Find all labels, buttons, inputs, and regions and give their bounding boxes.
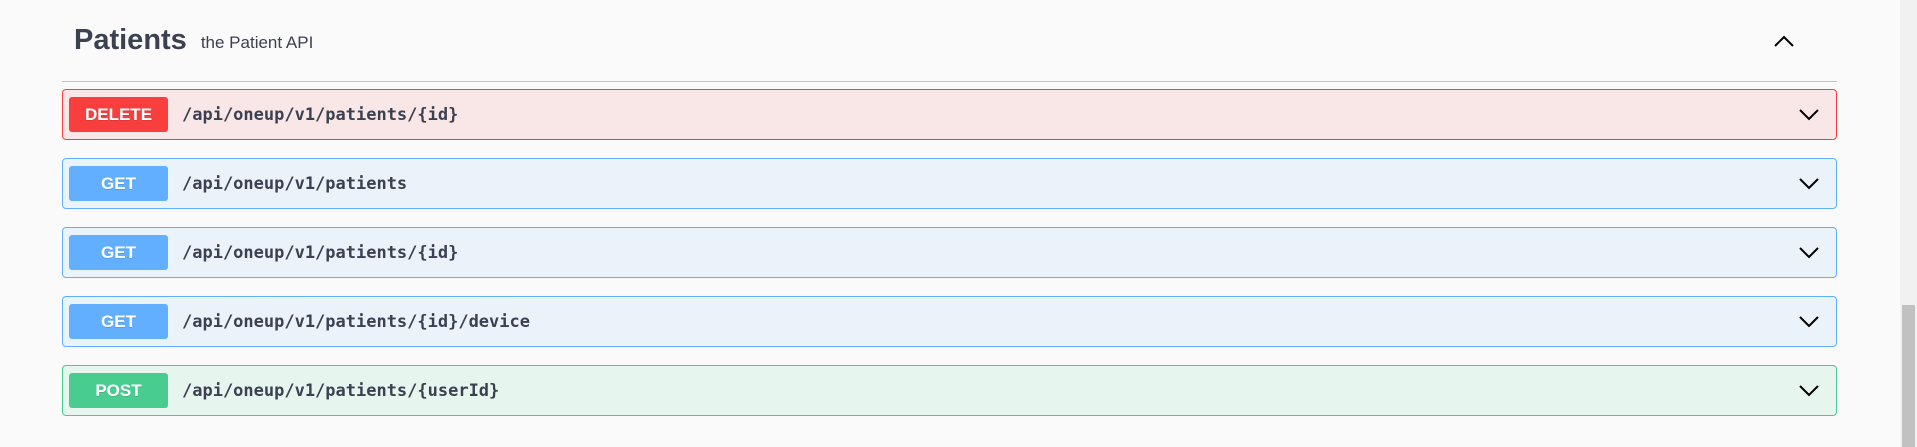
- operation-path[interactable]: /api/oneup/v1/patients/{id}: [182, 105, 458, 125]
- chevron-down-icon: [1799, 178, 1819, 190]
- tag-title[interactable]: Patients: [74, 24, 187, 57]
- opblock-get-patient-by-id[interactable]: GET /api/oneup/v1/patients/{id}: [62, 227, 1837, 278]
- operation-path[interactable]: /api/oneup/v1/patients/{userId}: [182, 381, 499, 401]
- expand-button[interactable]: [1796, 171, 1822, 197]
- chevron-down-icon: [1799, 109, 1819, 121]
- tag-section-patients: Patients the Patient API DELETE /api/one…: [62, 0, 1837, 416]
- chevron-down-icon: [1799, 247, 1819, 259]
- chevron-down-icon: [1799, 316, 1819, 328]
- expand-button[interactable]: [1796, 102, 1822, 128]
- expand-button[interactable]: [1796, 309, 1822, 335]
- operation-path[interactable]: /api/oneup/v1/patients/{id}: [182, 243, 458, 263]
- method-badge: POST: [69, 373, 168, 408]
- operation-path[interactable]: /api/oneup/v1/patients/{id}/device: [182, 312, 530, 332]
- expand-button[interactable]: [1796, 240, 1822, 266]
- chevron-down-icon: [1799, 385, 1819, 397]
- opblock-delete-patient[interactable]: DELETE /api/oneup/v1/patients/{id}: [62, 89, 1837, 140]
- operation-path[interactable]: /api/oneup/v1/patients: [182, 174, 407, 194]
- swagger-page: Patients the Patient API DELETE /api/one…: [0, 0, 1917, 447]
- opblock-post-patient[interactable]: POST /api/oneup/v1/patients/{userId}: [62, 365, 1837, 416]
- tag-header[interactable]: Patients the Patient API: [62, 0, 1837, 82]
- scrollbar-thumb[interactable]: [1902, 305, 1915, 447]
- opblock-get-patients[interactable]: GET /api/oneup/v1/patients: [62, 158, 1837, 209]
- collapse-button[interactable]: [1769, 26, 1799, 56]
- tag-description: the Patient API: [200, 32, 314, 52]
- scrollbar-track[interactable]: [1900, 0, 1917, 447]
- chevron-up-icon: [1774, 35, 1794, 47]
- opblock-get-patient-device[interactable]: GET /api/oneup/v1/patients/{id}/device: [62, 296, 1837, 347]
- method-badge: DELETE: [69, 97, 168, 132]
- expand-button[interactable]: [1796, 378, 1822, 404]
- method-badge: GET: [69, 166, 168, 201]
- method-badge: GET: [69, 304, 168, 339]
- method-badge: GET: [69, 235, 168, 270]
